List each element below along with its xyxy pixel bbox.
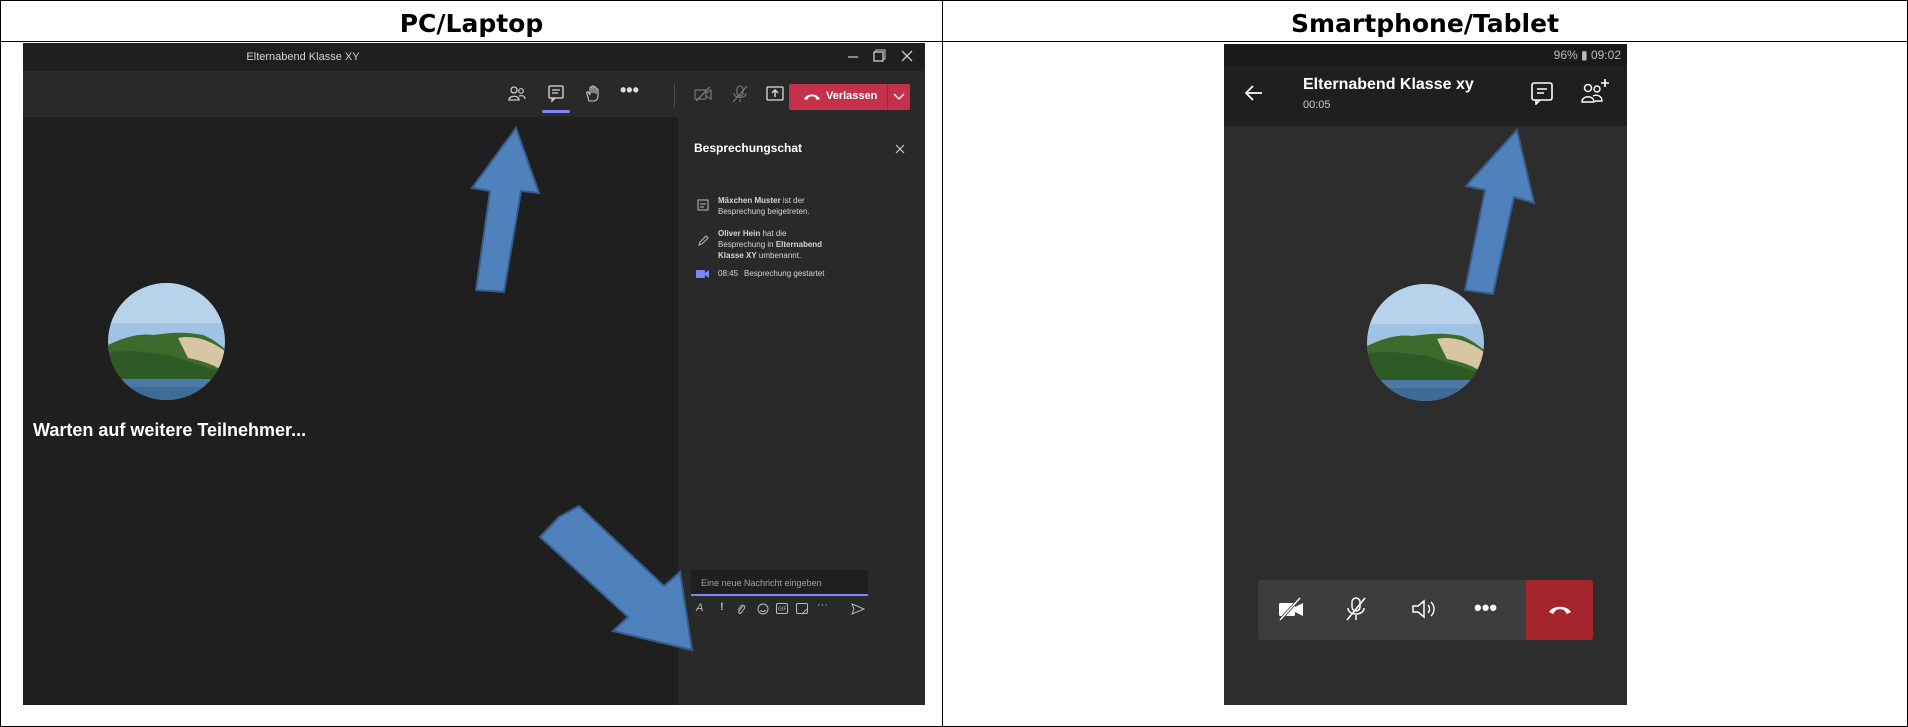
column-header-mobile: Smartphone/Tablet [1290,9,1560,38]
column-header-pc: PC/Laptop [399,9,544,38]
header-divider [0,41,1908,42]
arrow-to-message-input [538,504,694,652]
arrow-to-chat-icon [1463,127,1536,296]
pc-teams-window: Elternabend Klasse XY ••• Verlassen Wart… [23,43,925,705]
mobile-teams-screen: 96% ▮ 09:02 Elternabend Klasse xy 00:05 … [1224,44,1627,705]
